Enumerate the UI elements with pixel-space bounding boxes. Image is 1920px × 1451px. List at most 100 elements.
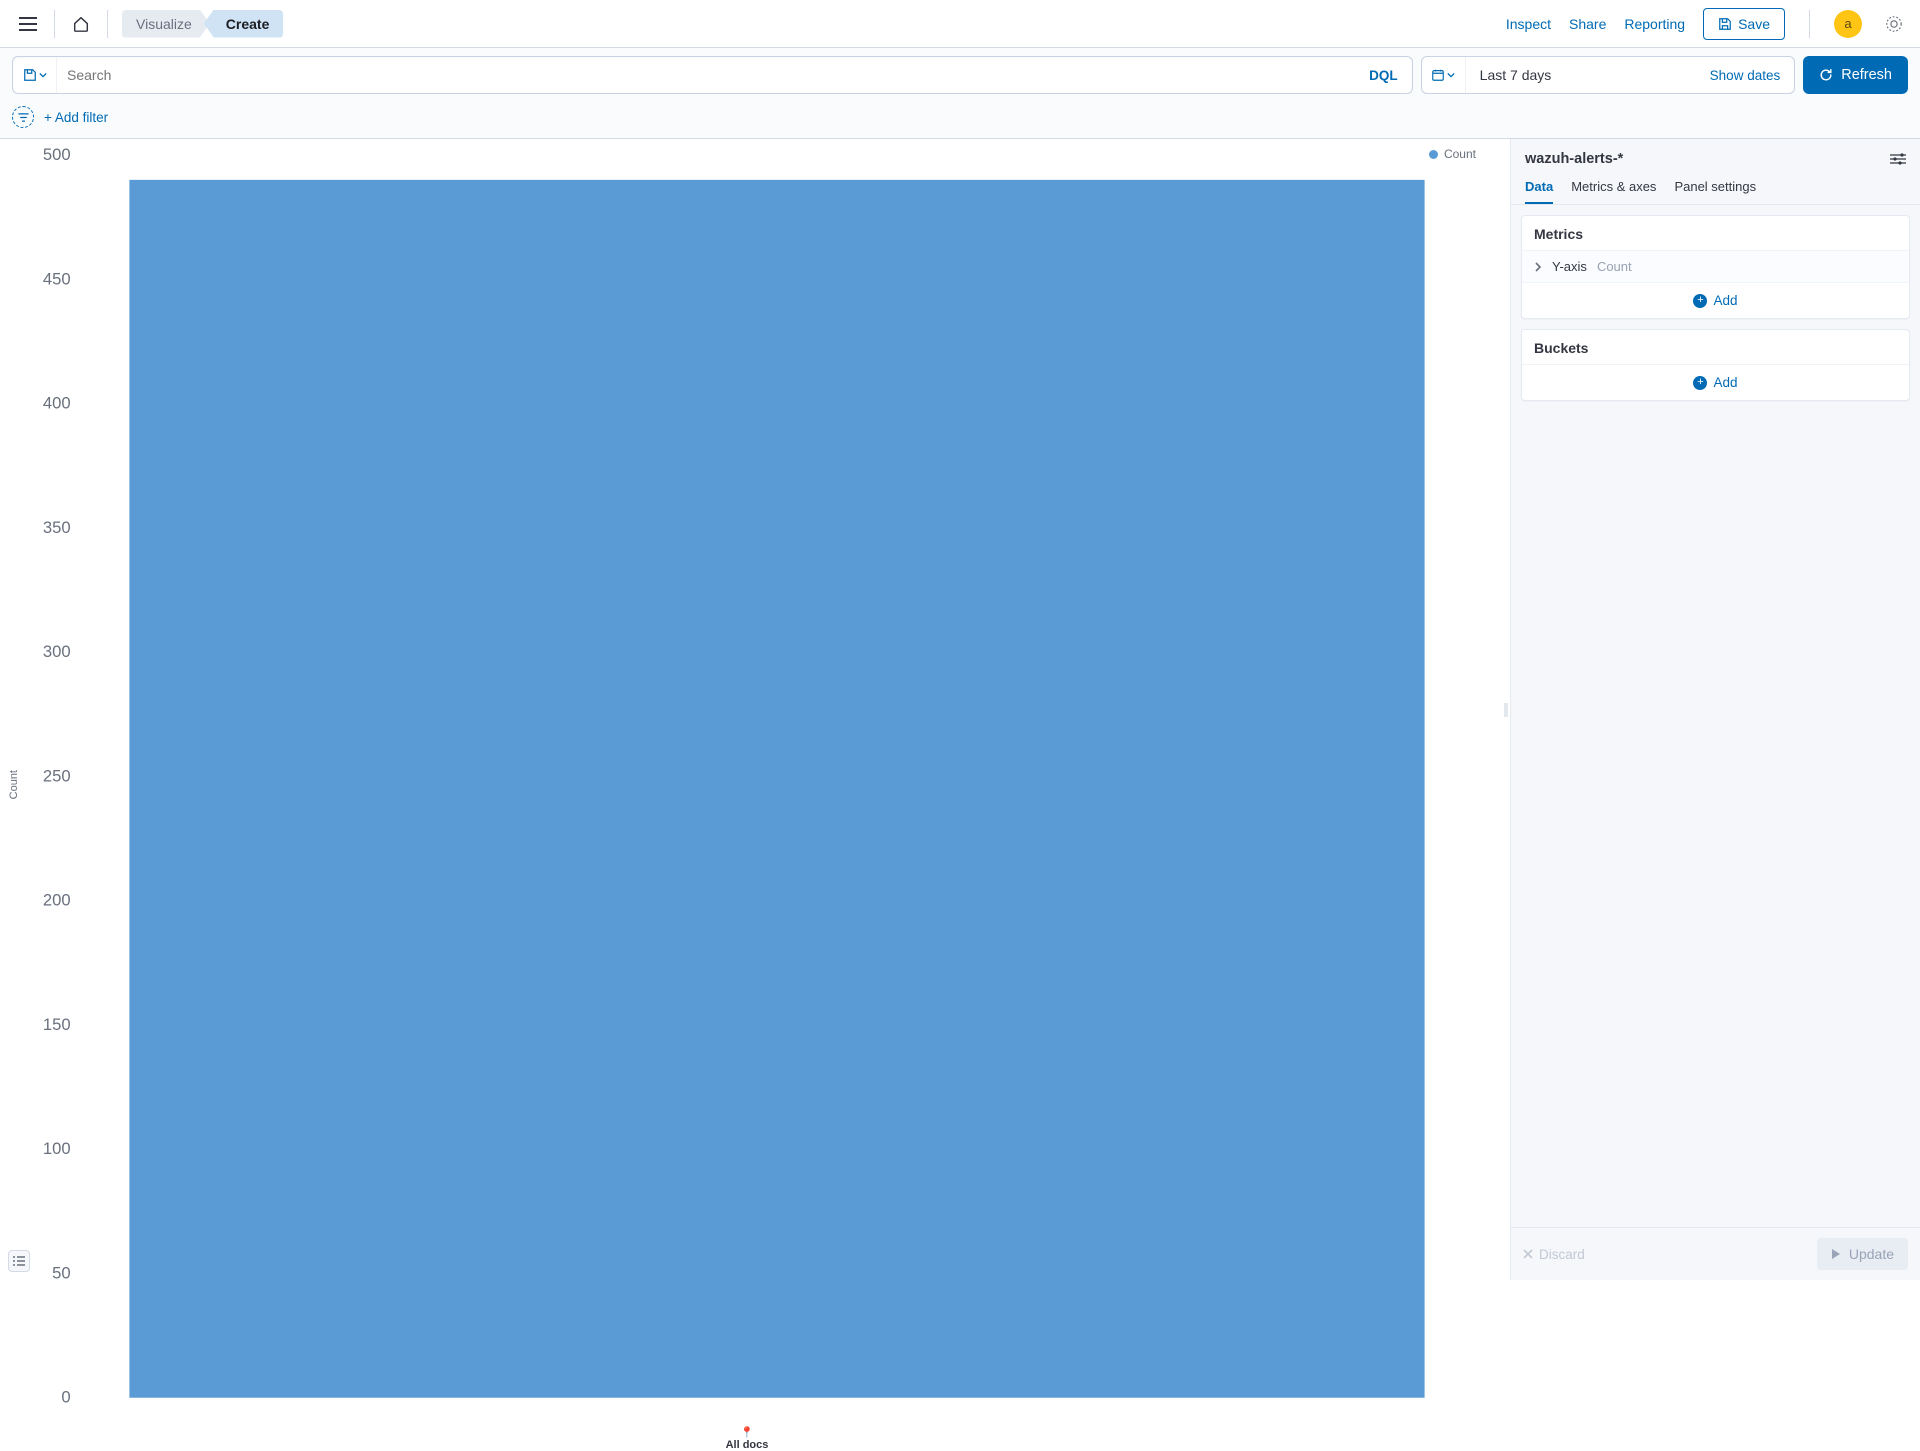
- quick-time-button[interactable]: [1422, 57, 1466, 93]
- discard-button: Discard: [1523, 1247, 1585, 1262]
- add-bucket-button[interactable]: + Add: [1522, 364, 1909, 400]
- refresh-button[interactable]: Refresh: [1803, 56, 1908, 94]
- time-range-label[interactable]: Last 7 days: [1466, 57, 1696, 93]
- legend-swatch: [1429, 150, 1438, 159]
- svg-text:450: 450: [43, 269, 71, 288]
- top-header: Visualize Create Inspect Share Reporting…: [0, 0, 1920, 48]
- hamburger-icon: [19, 17, 37, 31]
- save-label: Save: [1738, 16, 1770, 32]
- menu-toggle-button[interactable]: [12, 8, 44, 40]
- tab-panel-settings[interactable]: Panel settings: [1674, 173, 1756, 204]
- calendar-icon: [1431, 68, 1445, 82]
- editor-tabs: Data Metrics & axes Panel settings: [1511, 173, 1920, 205]
- chart-container: Count 050100150200250300350400450500 📍 A…: [0, 139, 1502, 1280]
- svg-text:500: 500: [43, 145, 71, 164]
- metric-axis-label: Y-axis: [1552, 259, 1587, 274]
- metric-yaxis-count[interactable]: Y-axis Count: [1522, 250, 1909, 282]
- list-icon: [13, 1256, 25, 1266]
- pin-icon: 📍: [4, 1428, 1490, 1439]
- share-link[interactable]: Share: [1569, 16, 1606, 32]
- legend-toggle-button[interactable]: [8, 1250, 30, 1272]
- update-button: Update: [1817, 1238, 1908, 1270]
- x-axis-area: 📍 All docs: [4, 1424, 1490, 1451]
- editor-side-panel: wazuh-alerts-* Data Metrics & axes Panel…: [1510, 139, 1920, 1280]
- legend-label: Count: [1444, 147, 1476, 161]
- inspect-link[interactable]: Inspect: [1506, 16, 1551, 32]
- add-filter-button[interactable]: + Add filter: [44, 110, 108, 125]
- y-axis-label: Count: [4, 766, 24, 803]
- search-input[interactable]: [57, 57, 1355, 93]
- newsfeed-icon: [1885, 15, 1903, 33]
- divider: [54, 10, 55, 38]
- divider: [107, 10, 108, 38]
- dql-toggle[interactable]: DQL: [1355, 57, 1412, 93]
- chevron-right-icon: [1534, 262, 1542, 272]
- visualization-pane: Count 050100150200250300350400450500 📍 A…: [0, 139, 1502, 1280]
- add-label: Add: [1713, 293, 1737, 308]
- x-category-label: All docs: [4, 1439, 1490, 1451]
- main: Count 050100150200250300350400450500 📍 A…: [0, 139, 1920, 1280]
- svg-text:200: 200: [43, 891, 71, 910]
- metrics-card: Metrics Y-axis Count + Add: [1521, 215, 1910, 319]
- panel-options-button[interactable]: [1890, 153, 1906, 165]
- sliders-icon: [1890, 153, 1906, 165]
- panel-resize-handle[interactable]: [1502, 139, 1510, 1280]
- filter-options-button[interactable]: [12, 106, 34, 128]
- breadcrumb: Visualize Create: [122, 10, 283, 38]
- disk-icon: [23, 68, 37, 82]
- query-bar: DQL Last 7 days Show dates Refresh: [0, 48, 1920, 102]
- add-metric-button[interactable]: + Add: [1522, 282, 1909, 318]
- metric-agg-label: Count: [1597, 259, 1632, 274]
- discard-label: Discard: [1539, 1247, 1585, 1262]
- buckets-card: Buckets + Add: [1521, 329, 1910, 401]
- svg-text:300: 300: [43, 642, 71, 661]
- chevron-down-icon: [39, 71, 47, 79]
- editor-footer: Discard Update: [1511, 1227, 1920, 1280]
- chart-legend[interactable]: Count: [1425, 145, 1480, 163]
- newsfeed-button[interactable]: [1880, 10, 1908, 38]
- refresh-label: Refresh: [1841, 67, 1892, 83]
- drag-handle-icon: [1504, 701, 1508, 719]
- header-left: Visualize Create: [12, 8, 283, 40]
- divider: [1809, 10, 1810, 38]
- save-button[interactable]: Save: [1703, 8, 1785, 40]
- plus-icon: +: [1693, 294, 1707, 308]
- index-pattern-row: wazuh-alerts-*: [1511, 139, 1920, 173]
- search-group: DQL: [12, 56, 1413, 94]
- svg-text:400: 400: [43, 394, 71, 413]
- svg-text:0: 0: [61, 1388, 70, 1407]
- save-icon: [1718, 17, 1732, 31]
- svg-text:150: 150: [43, 1015, 71, 1034]
- bar-chart-svg: 050100150200250300350400450500: [24, 145, 1490, 1424]
- header-right: Inspect Share Reporting Save a: [1506, 8, 1908, 40]
- svg-text:250: 250: [43, 766, 71, 785]
- filter-icon: [18, 112, 29, 123]
- home-icon: [72, 15, 90, 33]
- svg-text:100: 100: [43, 1139, 71, 1158]
- breadcrumb-create: Create: [204, 10, 284, 38]
- svg-text:350: 350: [43, 518, 71, 537]
- show-dates-link[interactable]: Show dates: [1696, 57, 1795, 93]
- chevron-down-icon: [1447, 71, 1455, 79]
- editor-body: Metrics Y-axis Count + Add Buckets + A: [1511, 205, 1920, 1227]
- tab-data[interactable]: Data: [1525, 173, 1553, 204]
- play-icon: [1831, 1248, 1841, 1260]
- close-icon: [1523, 1249, 1533, 1259]
- time-picker-group: Last 7 days Show dates: [1421, 56, 1796, 94]
- refresh-icon: [1819, 68, 1833, 82]
- tab-metrics-axes[interactable]: Metrics & axes: [1571, 173, 1656, 204]
- update-label: Update: [1849, 1246, 1894, 1262]
- chart-plot: 050100150200250300350400450500: [24, 145, 1490, 1424]
- add-label: Add: [1713, 375, 1737, 390]
- plus-icon: +: [1693, 376, 1707, 390]
- filter-bar: + Add filter: [0, 102, 1920, 139]
- chart-area: Count 050100150200250300350400450500: [4, 145, 1490, 1424]
- breadcrumb-visualize[interactable]: Visualize: [122, 10, 210, 38]
- home-button[interactable]: [65, 8, 97, 40]
- reporting-link[interactable]: Reporting: [1624, 16, 1685, 32]
- metrics-title: Metrics: [1522, 216, 1909, 250]
- avatar[interactable]: a: [1834, 10, 1862, 38]
- saved-queries-button[interactable]: [13, 57, 57, 93]
- index-pattern-name[interactable]: wazuh-alerts-*: [1525, 151, 1623, 167]
- buckets-title: Buckets: [1522, 330, 1909, 364]
